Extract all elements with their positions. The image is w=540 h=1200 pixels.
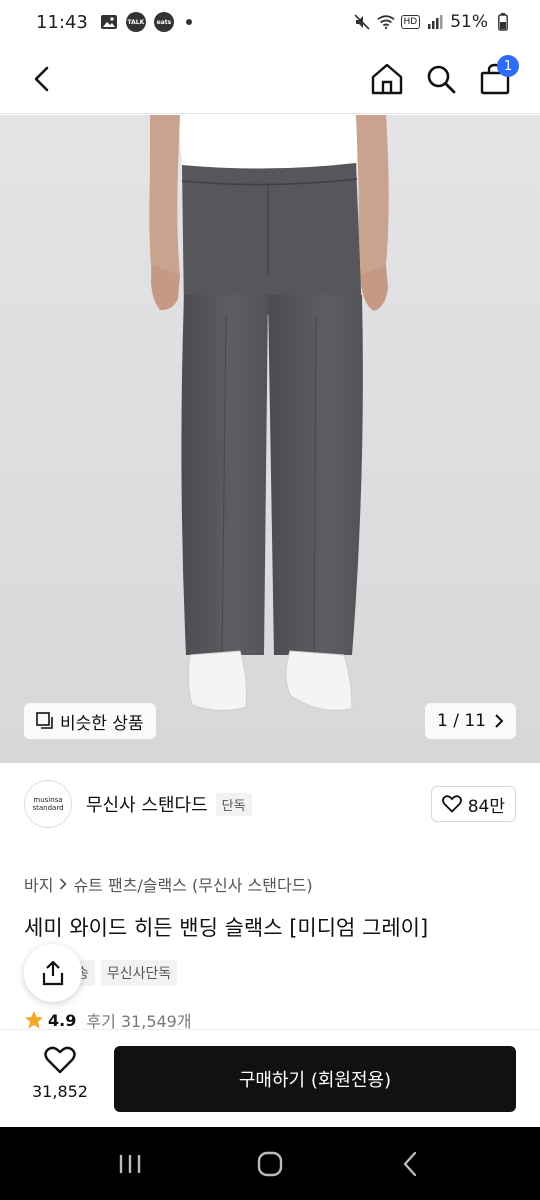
product-image[interactable]: 비슷한 상품 1 / 11 bbox=[0, 115, 540, 763]
review-count: 후기 31,549개 bbox=[86, 1012, 192, 1031]
heart-icon bbox=[44, 1046, 76, 1074]
home-button[interactable] bbox=[365, 57, 409, 101]
chevron-right-icon bbox=[495, 714, 504, 728]
coupang-eats-icon: eats bbox=[153, 12, 174, 32]
system-home-button[interactable] bbox=[240, 1134, 300, 1194]
brand-like-button[interactable]: 84만 bbox=[430, 786, 516, 822]
mute-icon bbox=[353, 13, 371, 31]
rating-score: 4.9 bbox=[48, 1010, 77, 1030]
product-tag: 무신사단독 bbox=[100, 960, 178, 986]
product-tags: 송 무신사단독 bbox=[70, 960, 178, 986]
brand-logo-line1: musinsa bbox=[33, 796, 63, 804]
app-header: 1 bbox=[0, 44, 540, 114]
product-photo bbox=[0, 115, 540, 763]
wifi-icon bbox=[376, 13, 395, 31]
share-button[interactable] bbox=[24, 944, 82, 1002]
brand-like-count: 84만 bbox=[467, 796, 505, 817]
product-title: 세미 와이드 히든 밴딩 슬랙스 [미디엄 그레이] bbox=[24, 916, 429, 940]
cart-count-badge: 1 bbox=[497, 55, 519, 77]
brand-name[interactable]: 무신사 스탠다드 bbox=[86, 791, 208, 817]
buy-button[interactable]: 구매하기 (회원전용) bbox=[114, 1046, 516, 1112]
breadcrumb-root[interactable]: 바지 bbox=[24, 872, 53, 896]
hd-voice-icon: HD bbox=[400, 15, 421, 29]
notification-dot-icon bbox=[185, 19, 192, 25]
home-icon bbox=[371, 63, 403, 95]
brand-logo-line2: standard bbox=[32, 804, 64, 812]
search-icon bbox=[427, 65, 456, 94]
similar-products-label: 비슷한 상품 bbox=[60, 713, 144, 734]
signal-icon bbox=[426, 13, 444, 31]
battery-percent: 51% bbox=[450, 12, 488, 32]
system-back-button[interactable] bbox=[380, 1134, 440, 1194]
product-page: 11:43 TALK eats HD 51% 1 비슷한 상품 1 / 11 m… bbox=[0, 0, 540, 1200]
battery-icon bbox=[494, 13, 512, 31]
image-pager-label: 1 / 11 bbox=[437, 711, 486, 731]
status-left: 11:43 TALK eats bbox=[36, 12, 192, 33]
breadcrumb: 바지 슈트 팬츠/슬랙스 (무신사 스탠다드) bbox=[24, 872, 313, 896]
image-pager[interactable]: 1 / 11 bbox=[425, 703, 516, 739]
similar-products-button[interactable]: 비슷한 상품 bbox=[24, 703, 156, 739]
similar-icon bbox=[36, 712, 53, 729]
brand-logo[interactable]: musinsa standard bbox=[24, 780, 72, 828]
heart-icon bbox=[441, 795, 462, 813]
brand-row: musinsa standard 무신사 스탠다드 단독 84만 bbox=[0, 764, 540, 844]
kakaotalk-icon: TALK bbox=[125, 12, 146, 32]
share-icon bbox=[42, 960, 64, 986]
system-nav-bar bbox=[0, 1127, 540, 1200]
gallery-icon bbox=[100, 13, 118, 31]
brand-exclusive-tag: 단독 bbox=[215, 792, 252, 816]
rating-row[interactable]: 4.9 후기 31,549개 bbox=[24, 1009, 192, 1031]
cart-button[interactable]: 1 bbox=[473, 55, 519, 101]
wishlist-button[interactable]: 31,852 bbox=[24, 1046, 96, 1101]
status-right: HD 51% bbox=[353, 12, 513, 32]
wishlist-count: 31,852 bbox=[32, 1082, 88, 1101]
status-bar: 11:43 TALK eats HD 51% bbox=[0, 0, 540, 44]
recents-icon bbox=[119, 1154, 141, 1173]
status-time: 11:43 bbox=[36, 11, 88, 33]
search-button[interactable] bbox=[419, 57, 463, 101]
back-button[interactable] bbox=[20, 57, 64, 101]
chevron-right-icon bbox=[60, 878, 68, 890]
back-arrow-icon bbox=[34, 66, 49, 92]
bottom-action-bar: 31,852 구매하기 (회원전용) bbox=[0, 1029, 540, 1127]
star-icon bbox=[25, 1011, 43, 1029]
nav-back-icon bbox=[403, 1151, 417, 1176]
recents-button[interactable] bbox=[100, 1134, 160, 1194]
home-circle-icon bbox=[257, 1151, 283, 1176]
breadcrumb-path[interactable]: 슈트 팬츠/슬랙스 (무신사 스탠다드) bbox=[73, 872, 312, 896]
